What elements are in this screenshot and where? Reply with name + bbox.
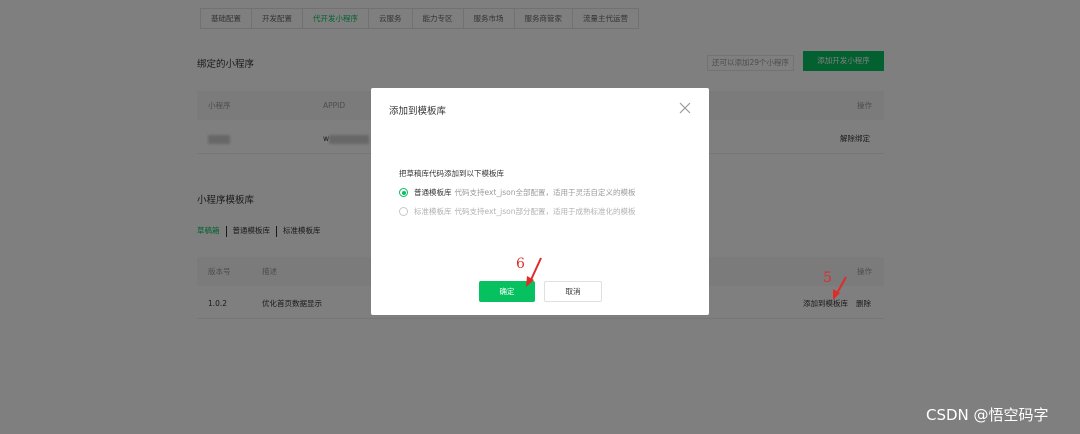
dialog-description: 把草稿库代码添加到以下模板库 bbox=[399, 169, 504, 178]
watermark: CSDN @悟空码字 bbox=[926, 406, 1049, 424]
step-6-label: 6 bbox=[516, 256, 525, 272]
radio-unchecked-icon[interactable] bbox=[399, 207, 408, 216]
cancel-button[interactable]: 取消 bbox=[544, 281, 602, 302]
option-name: 标准模板库 bbox=[414, 207, 452, 216]
option-desc: 代码支持ext_json全部配置，适用于灵活自定义的模板 bbox=[454, 188, 636, 197]
radio-checked-icon[interactable] bbox=[399, 188, 408, 197]
option-name: 普通模板库 bbox=[414, 188, 452, 197]
option-standard-template[interactable]: 标准模板库 代码支持ext_json部分配置，适用于成熟标准化的模板 bbox=[399, 206, 635, 217]
add-to-template-dialog: 添加到模板库 把草稿库代码添加到以下模板库 普通模板库 代码支持ext_json… bbox=[371, 88, 709, 315]
close-icon[interactable] bbox=[678, 101, 692, 115]
step-5-label: 5 bbox=[823, 270, 832, 286]
dialog-title: 添加到模板库 bbox=[389, 106, 447, 117]
option-desc: 代码支持ext_json部分配置，适用于成熟标准化的模板 bbox=[454, 207, 636, 216]
confirm-button[interactable]: 确定 bbox=[479, 281, 535, 302]
option-normal-template[interactable]: 普通模板库 代码支持ext_json全部配置，适用于灵活自定义的模板 bbox=[399, 187, 635, 198]
